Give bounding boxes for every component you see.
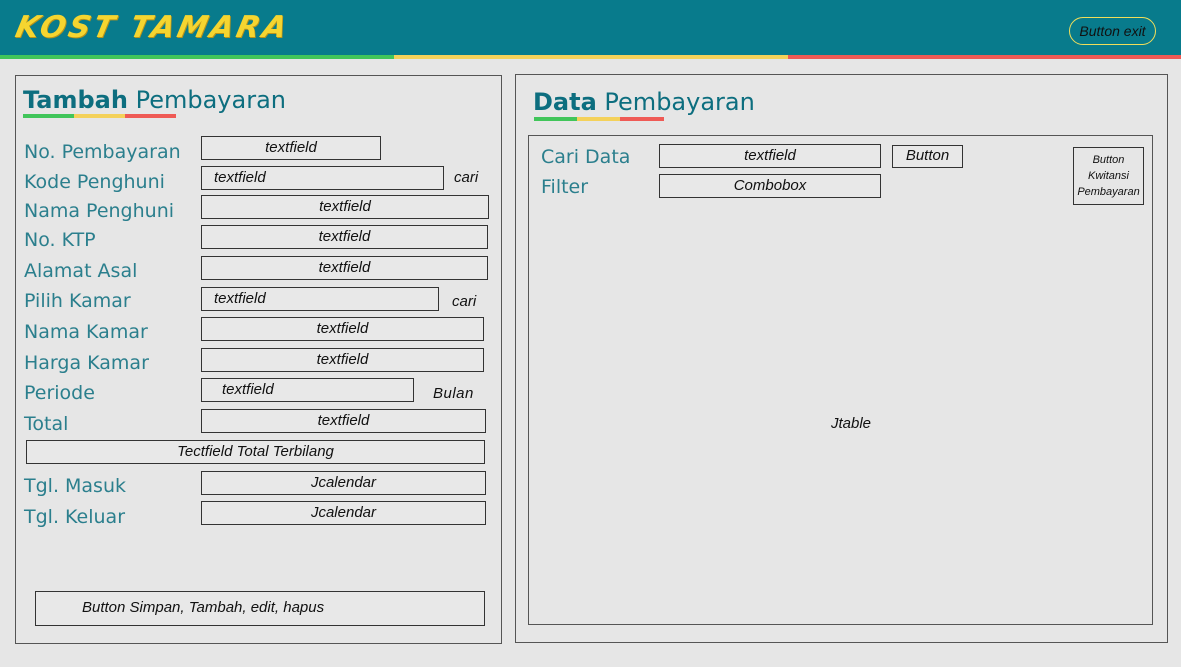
filter-combobox[interactable]: Combobox [659, 174, 881, 198]
cari-kamar-button[interactable]: cari [452, 293, 476, 310]
cari-data-field[interactable]: textfield [659, 144, 881, 168]
app-logo: KOST TAMARA [12, 10, 293, 45]
kwitansi-pembayaran-button[interactable]: Button Kwitansi Pembayaran [1073, 147, 1144, 205]
alamat-asal-field[interactable]: textfield [201, 256, 488, 280]
no-ktp-label: No. KTP [24, 229, 96, 251]
total-terbilang-field[interactable]: Tectfield Total Terbilang [26, 440, 485, 464]
harga-kamar-label: Harga Kamar [24, 352, 149, 374]
pembayaran-table[interactable]: Jtable [831, 415, 871, 432]
kwitansi-line-1: Button [1092, 154, 1125, 166]
filter-label: Filter [541, 176, 589, 198]
tgl-keluar-calendar[interactable]: Jcalendar [201, 501, 486, 525]
total-field[interactable]: textfield [201, 409, 486, 433]
data-underline-yellow [577, 117, 620, 121]
data-underline-green [534, 117, 577, 121]
header-stripe-yellow [394, 55, 788, 59]
tgl-masuk-label: Tgl. Masuk [24, 475, 127, 497]
data-underline-red [620, 117, 664, 121]
header-stripe-green [0, 55, 394, 59]
data-pembayaran-title: Data Pembayaran [533, 88, 755, 116]
kwitansi-line-3: Pembayaran [1077, 186, 1140, 198]
kode-penghuni-label: Kode Penghuni [24, 171, 165, 193]
exit-button[interactable]: Button exit [1069, 17, 1156, 45]
action-buttons-group[interactable]: Button Simpan, Tambah, edit, hapus [35, 591, 485, 626]
title-underline-red [125, 114, 176, 118]
title-underline-green [23, 114, 74, 118]
pilih-kamar-label: Pilih Kamar [24, 290, 131, 312]
cari-penghuni-button[interactable]: cari [454, 169, 478, 186]
bulan-unit: Bulan [433, 385, 474, 402]
data-pembayaran-content [528, 135, 1153, 625]
no-pembayaran-label: No. Pembayaran [24, 141, 181, 163]
no-ktp-field[interactable]: textfield [201, 225, 488, 249]
nama-penghuni-label: Nama Penghuni [24, 200, 175, 222]
cari-data-label: Cari Data [541, 146, 631, 168]
nama-kamar-label: Nama Kamar [24, 321, 148, 343]
nama-kamar-field[interactable]: textfield [201, 317, 484, 341]
header-stripe-red [788, 55, 1181, 59]
periode-label: Periode [24, 382, 95, 404]
periode-field[interactable]: textfield [201, 378, 414, 402]
header-bar: KOST TAMARA Button exit [0, 0, 1181, 56]
harga-kamar-field[interactable]: textfield [201, 348, 484, 372]
alamat-asal-label: Alamat Asal [24, 260, 138, 282]
nama-penghuni-field[interactable]: textfield [201, 195, 489, 219]
total-label: Total [24, 413, 69, 435]
kwitansi-line-2: Kwitansi [1088, 170, 1129, 182]
tgl-keluar-label: Tgl. Keluar [24, 506, 126, 528]
tgl-masuk-calendar[interactable]: Jcalendar [201, 471, 486, 495]
kode-penghuni-field[interactable]: textfield [201, 166, 444, 190]
title-underline-yellow [74, 114, 125, 118]
tambah-pembayaran-title: Tambah Pembayaran [23, 86, 286, 114]
pilih-kamar-field[interactable]: textfield [201, 287, 439, 311]
search-button[interactable]: Button [892, 145, 963, 168]
no-pembayaran-field[interactable]: textfield [201, 136, 381, 160]
